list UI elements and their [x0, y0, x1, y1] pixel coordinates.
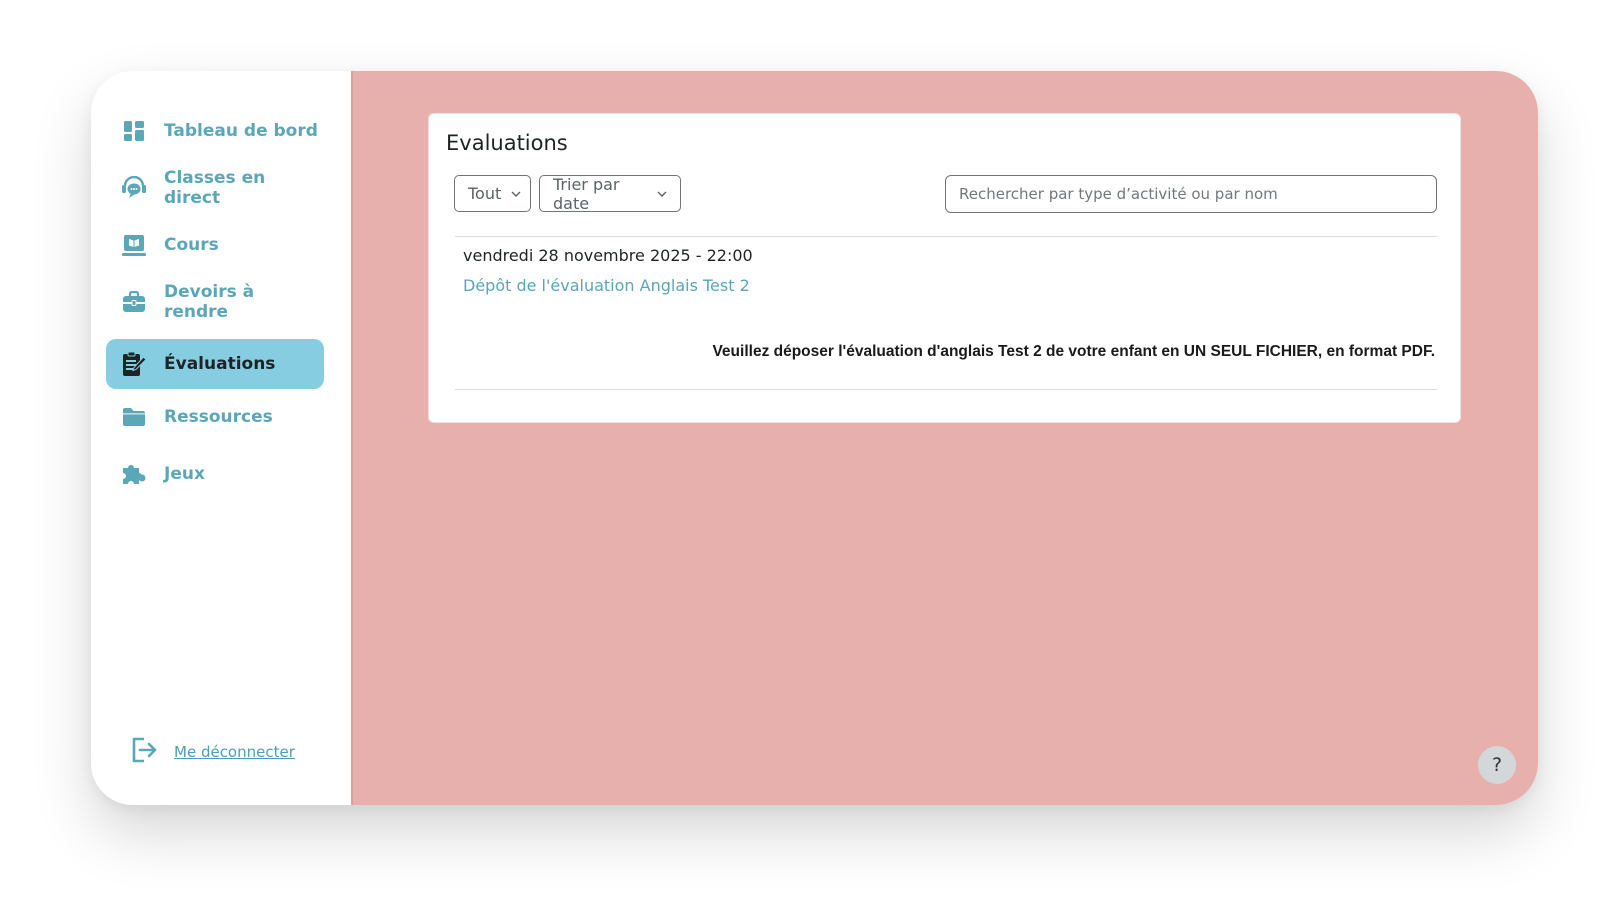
app-window: Tableau de bord Classes en direct Cours … [91, 71, 1538, 805]
sort-value: Trier par date [553, 174, 620, 213]
entry-description: Veuillez déposer l'évaluation d'anglais … [712, 343, 1435, 360]
type-filter-value: Tout [468, 184, 502, 203]
folder-icon [121, 404, 147, 430]
help-button[interactable]: ? [1478, 746, 1516, 784]
briefcase-icon [121, 289, 147, 315]
sidebar-item-evaluations[interactable]: Évaluations [106, 339, 324, 389]
sidebar-item-label: Classes en direct [164, 168, 266, 208]
sidebar-item-jeux[interactable]: Jeux [106, 449, 324, 499]
logout-link[interactable]: Me déconnecter [130, 736, 295, 768]
sidebar-item-label: Cours [164, 235, 219, 255]
sidebar-item-label: Jeux [164, 464, 205, 484]
sidebar-item-label: Tableau de bord [164, 121, 318, 141]
entry-date: vendredi 28 novembre 2025 - 22:00 [463, 246, 753, 265]
course-book-icon [121, 232, 147, 258]
sidebar-item-ressources[interactable]: Ressources [106, 392, 324, 442]
type-filter-select[interactable]: Tout [454, 175, 531, 212]
chevron-down-icon [657, 191, 667, 197]
divider [455, 389, 1437, 390]
sidebar-item-label: Devoirs à rendre [163, 282, 255, 322]
divider [455, 236, 1437, 237]
clipboard-edit-icon [121, 351, 147, 377]
logout-icon [130, 736, 158, 768]
entry-title-link[interactable]: Dépôt de l'évaluation Anglais Test 2 [463, 276, 750, 295]
sidebar: Tableau de bord Classes en direct Cours … [91, 71, 353, 805]
dashboard-icon [121, 118, 147, 144]
puzzle-icon [121, 461, 147, 487]
sidebar-item-cours[interactable]: Cours [106, 220, 324, 270]
sort-select[interactable]: Trier par date [539, 174, 681, 213]
sidebar-item-label: Évaluations [164, 354, 276, 374]
logout-label: Me déconnecter [174, 743, 295, 761]
search-input[interactable] [945, 175, 1437, 213]
evaluations-card: Evaluations Tout Trier par date vendredi… [428, 113, 1461, 423]
sidebar-item-devoirs[interactable]: Devoirs à rendre [106, 277, 324, 327]
page-title: Evaluations [446, 131, 568, 155]
live-class-icon [121, 175, 147, 201]
sidebar-item-label: Ressources [164, 407, 273, 427]
sidebar-item-classes-en-direct[interactable]: Classes en direct [106, 163, 324, 213]
main-content: Evaluations Tout Trier par date vendredi… [353, 71, 1538, 805]
chevron-down-icon [511, 191, 521, 197]
sidebar-item-tableau-de-bord[interactable]: Tableau de bord [106, 106, 324, 156]
